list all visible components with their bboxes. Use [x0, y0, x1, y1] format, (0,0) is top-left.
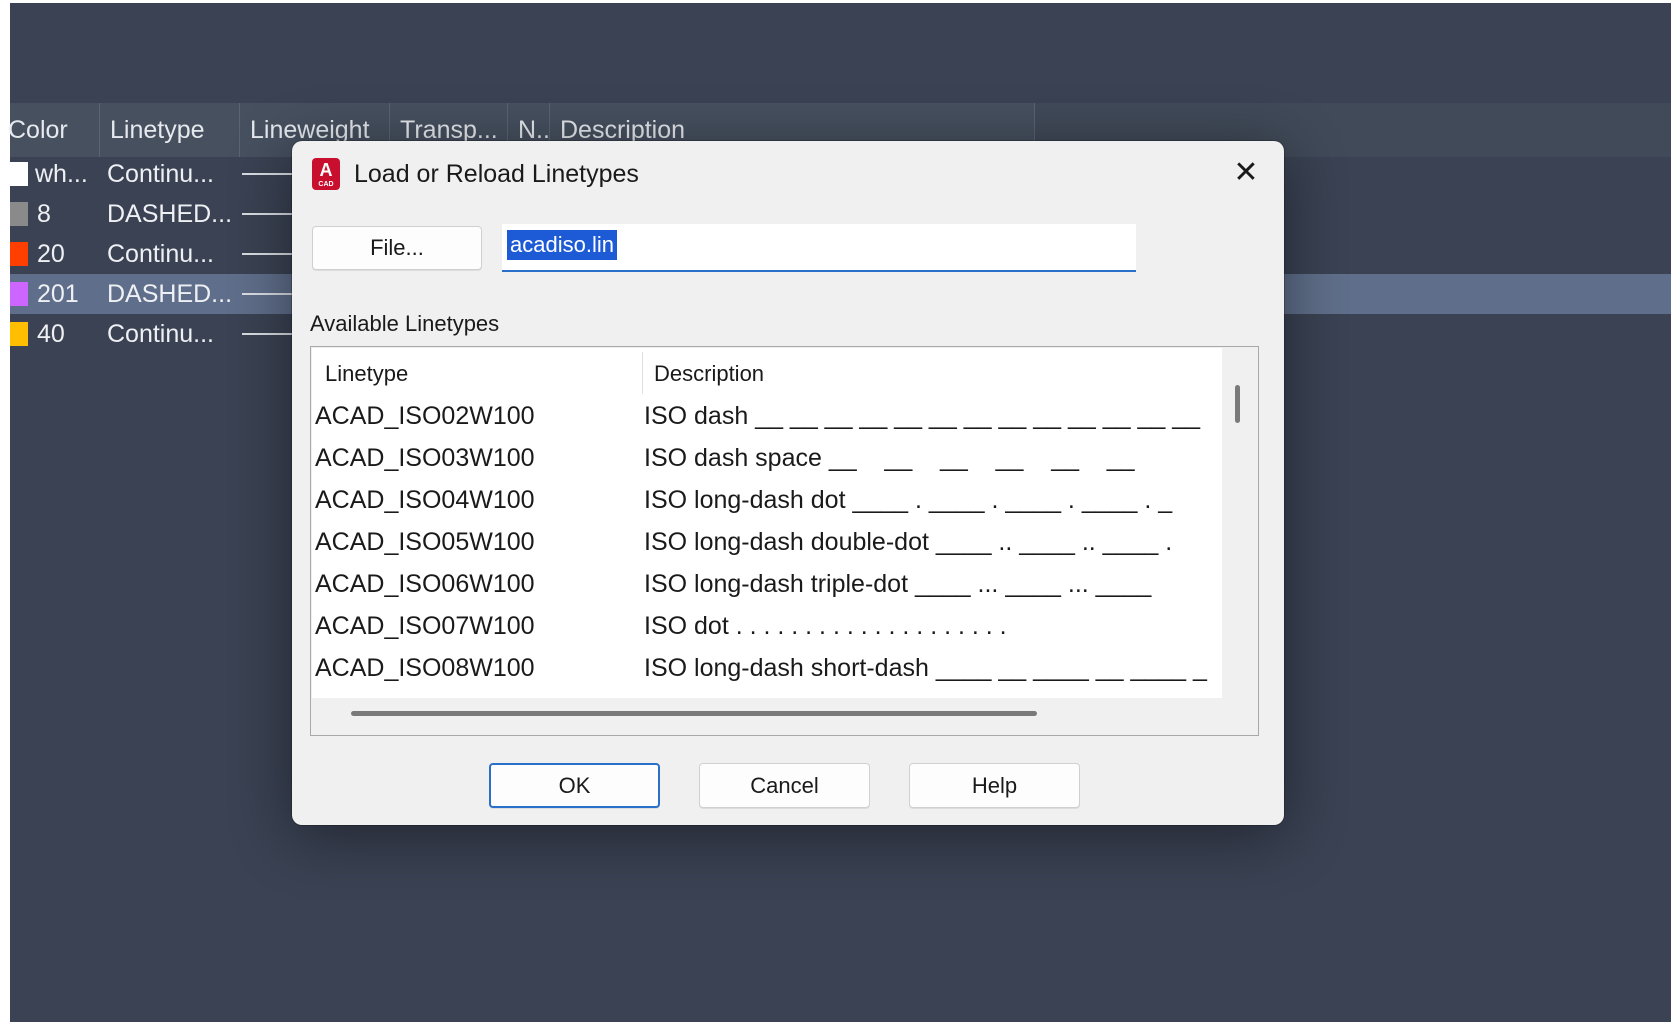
layer-color-name: 40 — [37, 320, 65, 348]
list-header-linetype[interactable]: Linetype — [325, 354, 408, 394]
layer-color-name: wh... — [35, 160, 88, 188]
layer-color-name: 201 — [37, 280, 79, 308]
vertical-scrollbar-thumb[interactable] — [1235, 385, 1240, 423]
list-item[interactable]: ACAD_ISO02W100 ISO dash __ __ __ __ __ _… — [312, 395, 1222, 437]
autocad-icon-caption: CAD — [318, 181, 334, 188]
autocad-icon-letter: A — [319, 160, 333, 180]
linetype-description: ISO dash space __ __ __ __ __ __ — [644, 444, 1135, 472]
file-name-value: acadiso.lin — [507, 230, 617, 260]
color-swatch[interactable] — [10, 322, 28, 346]
column-header-linetype[interactable]: Linetype — [100, 103, 240, 157]
column-header-color[interactable]: Color — [0, 103, 100, 157]
linetype-description: ISO dot . . . . . . . . . . . . . . . . … — [644, 612, 1007, 640]
linetype-name: ACAD_ISO05W100 — [315, 528, 535, 556]
linetype-description: ISO long-dash dot ____ . ____ . ____ . _… — [644, 486, 1173, 514]
layer-color-name: 8 — [37, 200, 51, 228]
linetype-name: ACAD_ISO04W100 — [315, 486, 535, 514]
close-icon[interactable]: ✕ — [1226, 153, 1266, 193]
list-item[interactable]: ACAD_ISO05W100 ISO long-dash double-dot … — [312, 521, 1222, 563]
linetype-list[interactable]: Linetype Description ACAD_ISO02W100 ISO … — [310, 346, 1259, 736]
file-name-input[interactable]: acadiso.lin — [502, 224, 1136, 272]
linetype-name: ACAD_ISO06W100 — [315, 570, 535, 598]
layer-linetype[interactable]: DASHED... — [107, 274, 232, 314]
ok-button[interactable]: OK — [489, 763, 660, 808]
linetype-name: ACAD_ISO07W100 — [315, 612, 535, 640]
autocad-icon: A CAD — [312, 158, 340, 190]
color-swatch[interactable] — [10, 202, 28, 226]
linetype-name: ACAD_ISO08W100 — [315, 654, 535, 682]
color-swatch[interactable] — [10, 242, 28, 266]
linetype-description: ISO dash __ __ __ __ __ __ __ __ __ __ _… — [644, 402, 1201, 430]
cancel-button[interactable]: Cancel — [699, 763, 870, 808]
layer-linetype[interactable]: Continu... — [107, 154, 214, 194]
horizontal-scrollbar-thumb[interactable] — [351, 711, 1037, 716]
list-header-description[interactable]: Description — [654, 354, 764, 394]
list-item[interactable]: ACAD_ISO03W100 ISO dash space __ __ __ _… — [312, 437, 1222, 479]
help-button[interactable]: Help — [909, 763, 1080, 808]
list-item[interactable]: ACAD_ISO07W100 ISO dot . . . . . . . . .… — [312, 605, 1222, 647]
linetype-name: ACAD_ISO02W100 — [315, 402, 535, 430]
linetype-description: ISO long-dash short-dash ____ __ ____ __… — [644, 654, 1207, 682]
linetype-name: ACAD_ISO03W100 — [315, 444, 535, 472]
color-swatch[interactable] — [10, 282, 28, 306]
list-item[interactable]: ACAD_ISO08W100 ISO long-dash short-dash … — [312, 647, 1222, 689]
list-item[interactable]: ACAD_ISO04W100 ISO long-dash dot ____ . … — [312, 479, 1222, 521]
linetype-list-viewport: Linetype Description ACAD_ISO02W100 ISO … — [312, 348, 1222, 698]
list-item[interactable]: ACAD_ISO06W100 ISO long-dash triple-dot … — [312, 563, 1222, 605]
dialog-title: Load or Reload Linetypes — [354, 160, 639, 188]
header-divider[interactable] — [642, 352, 643, 394]
color-swatch[interactable] — [10, 162, 28, 186]
layer-linetype[interactable]: Continu... — [107, 314, 214, 354]
linetype-description: ISO long-dash triple-dot ____ ... ____ .… — [644, 570, 1152, 598]
available-linetypes-label: Available Linetypes — [310, 311, 500, 336]
layer-color-name: 20 — [37, 240, 65, 268]
load-linetypes-dialog: A CAD Load or Reload Linetypes ✕ File...… — [292, 141, 1284, 825]
linetype-description: ISO long-dash double-dot ____ .. ____ ..… — [644, 528, 1173, 556]
layer-linetype[interactable]: Continu... — [107, 234, 214, 274]
layer-linetype[interactable]: DASHED... — [107, 194, 232, 234]
file-button[interactable]: File... — [312, 226, 482, 270]
